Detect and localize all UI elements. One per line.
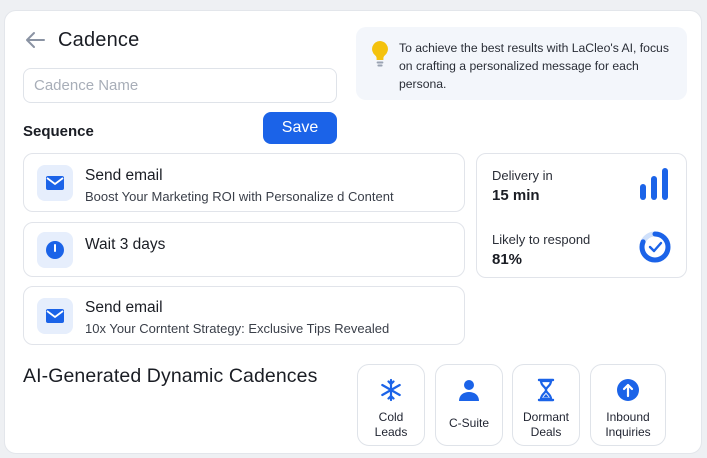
step-title: Send email — [85, 167, 163, 184]
person-icon — [457, 378, 481, 402]
lightbulb-icon — [370, 39, 390, 69]
card-label-line2: Leads — [374, 425, 408, 439]
hourglass-icon — [534, 378, 558, 402]
delivery-value: 15 min — [492, 187, 540, 204]
cadence-card-c-suite[interactable]: C-Suite — [435, 364, 503, 446]
mail-icon — [37, 298, 73, 334]
snowflake-icon — [379, 378, 403, 402]
sequence-label: Sequence — [23, 123, 94, 140]
step-subtitle: 10x Your Corntent Strategy: Exclusive Ti… — [85, 321, 390, 336]
cadence-card-dormant-deals[interactable]: Dormant Deals — [512, 364, 580, 446]
bar-chart-icon — [638, 168, 670, 205]
page-title: Cadence — [58, 29, 140, 51]
sequence-step-wait[interactable]: Wait 3 days — [23, 222, 465, 277]
card-label-line1: C-Suite — [448, 416, 489, 430]
cadence-card-cold-leads[interactable]: Cold Leads — [357, 364, 425, 446]
respond-value: 81% — [492, 251, 523, 268]
sequence-step-send-email-2[interactable]: Send email 10x Your Corntent Strategy: E… — [23, 286, 465, 345]
card-label-line1: Inbound — [606, 410, 650, 424]
step-subtitle: Boost Your Marketing ROI with Personaliz… — [85, 189, 394, 204]
clock-icon — [37, 232, 73, 268]
tip-box: To achieve the best results with LaCleo'… — [356, 27, 687, 100]
step-title: Wait 3 days — [85, 236, 166, 253]
tip-text: To achieve the best results with LaCleo'… — [399, 41, 669, 91]
delivery-label: Delivery in — [492, 168, 553, 183]
back-arrow-icon[interactable] — [24, 30, 46, 50]
sequence-step-send-email-1[interactable]: Send email Boost Your Marketing ROI with… — [23, 153, 465, 212]
card-label-line2: Deals — [530, 425, 562, 439]
card-label-line2: Inquiries — [605, 425, 651, 439]
ai-cadences-title: AI-Generated Dynamic Cadences — [23, 365, 318, 387]
cadence-card-inbound-inquiries[interactable]: Inbound Inquiries — [590, 364, 666, 446]
respond-label: Likely to respond — [492, 232, 591, 247]
card-label-line1: Dormant — [522, 410, 569, 424]
mail-icon — [37, 165, 73, 201]
cadence-name-input[interactable] — [23, 68, 337, 103]
progress-ring-icon — [638, 230, 672, 269]
step-title: Send email — [85, 299, 163, 316]
stats-card: Delivery in 15 min Likely to respond 81% — [476, 153, 687, 278]
arrow-up-circle-icon — [616, 378, 640, 402]
card-label-line1: Cold — [378, 410, 404, 424]
save-button[interactable]: Save — [263, 112, 337, 144]
